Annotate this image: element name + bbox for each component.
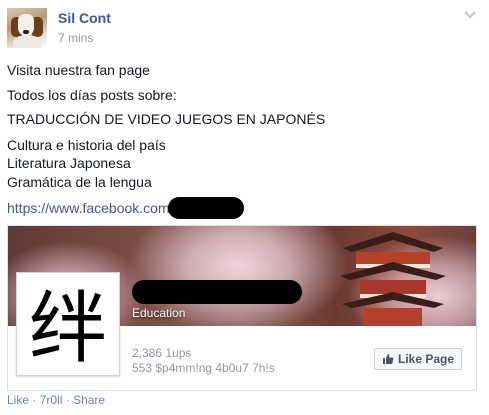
avatar-nose — [23, 30, 29, 34]
page-category: Education — [132, 306, 186, 320]
post-text-line: Visita nuestra fan page — [7, 62, 150, 78]
post-text-line: Todos los días posts sobre: — [7, 87, 177, 103]
like-page-label: Like Page — [397, 352, 455, 366]
post-text-line: Gramática de la lengua — [7, 174, 152, 190]
post-link[interactable]: https://www.facebook.com — [7, 200, 170, 216]
avatar-body — [13, 36, 41, 48]
troll-link[interactable]: 7r0ll — [40, 393, 63, 407]
page-talking-about: 553 $p4mm!ng 4b0u7 7h!s — [132, 361, 275, 375]
post-actions: Like · 7r0ll · Share — [7, 393, 105, 407]
page-card[interactable]: 绊 Education 2,386 1ups 553 $p4mm!ng 4b0u… — [7, 225, 477, 391]
thumbs-up-icon — [382, 354, 394, 364]
separator: · — [32, 393, 37, 407]
chevron-down-icon[interactable] — [462, 6, 478, 22]
post-timestamp[interactable]: 7 mins — [58, 31, 93, 45]
redaction-mark — [168, 197, 244, 219]
feed-post: Sil Cont 7 mins Visita nuestra fan page … — [0, 0, 489, 415]
post-text-line: Cultura e historia del país — [7, 137, 166, 153]
post-text-line: Literatura Japonesa — [7, 155, 131, 171]
pagoda-image — [340, 232, 446, 326]
author-name[interactable]: Sil Cont — [58, 10, 111, 26]
post-text-line: TRADUCCIÓN DE VIDEO JUEGOS EN JAPONÉS — [7, 111, 326, 127]
like-page-button[interactable]: Like Page — [374, 348, 462, 370]
kanji-glyph: 绊 — [29, 284, 107, 374]
page-profile-photo[interactable]: 绊 — [16, 272, 120, 376]
redaction-mark — [132, 280, 302, 304]
like-link[interactable]: Like — [7, 393, 29, 407]
share-link[interactable]: Share — [73, 393, 105, 407]
avatar[interactable] — [7, 8, 47, 48]
separator: · — [65, 393, 70, 407]
page-likes-count: 2,386 1ups — [132, 346, 192, 360]
